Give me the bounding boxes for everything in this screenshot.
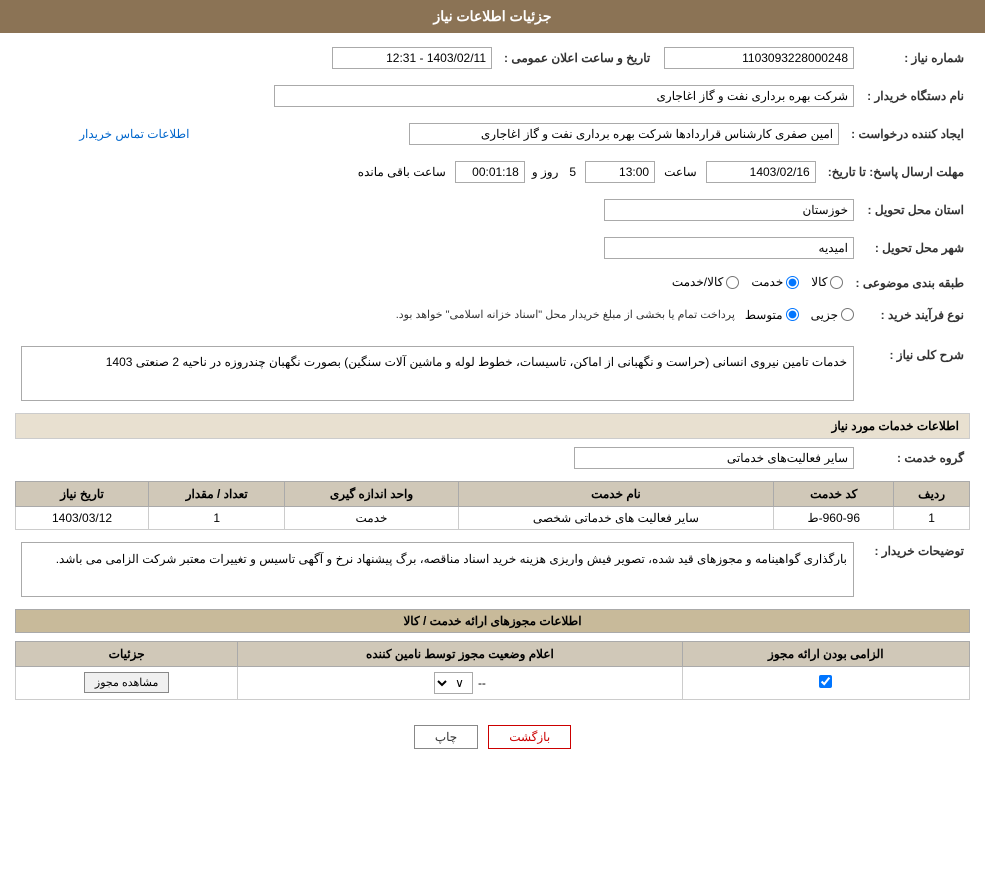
col-qty: تعداد / مقدار: [149, 481, 285, 506]
permit-row: -- ∨ مشاهده مجوز: [16, 666, 970, 699]
announce-label: تاریخ و ساعت اعلان عمومی :: [498, 43, 658, 73]
cell-unit: خدمت: [285, 506, 458, 529]
requester-label: ایجاد کننده درخواست :: [845, 119, 970, 149]
col-code: کد خدمت: [774, 481, 894, 506]
time-label: ساعت: [664, 165, 697, 179]
service-info-header: اطلاعات خدمات مورد نیاز: [15, 413, 970, 439]
process-note: پرداخت تمام یا بخشی از مبلغ خریدار محل "…: [396, 308, 735, 321]
buyer-desc-text: بارگذاری گواهینامه و مجوزهای قید شده، تص…: [56, 552, 847, 566]
print-button[interactable]: چاپ: [414, 725, 478, 749]
permit-required-cell: [682, 666, 969, 699]
response-deadline-label: مهلت ارسال پاسخ: تا تاریخ:: [822, 157, 970, 187]
city-input[interactable]: [604, 237, 854, 259]
requester-input[interactable]: [409, 123, 839, 145]
cell-date: 1403/03/12: [16, 506, 149, 529]
process-label: نوع فرآیند خرید :: [860, 304, 970, 326]
view-permit-button[interactable]: مشاهده مجوز: [84, 672, 169, 693]
process-radio-group: جزیی متوسط: [745, 308, 854, 322]
back-button[interactable]: بازگشت: [488, 725, 571, 749]
buyer-desc-label: توضیحات خریدار :: [860, 538, 970, 601]
permit-required-checkbox[interactable]: [819, 675, 832, 688]
page-header: جزئیات اطلاعات نیاز: [0, 0, 985, 33]
process-option-jozei[interactable]: جزیی: [811, 308, 854, 322]
need-number-input[interactable]: [664, 47, 854, 69]
process-option-motavaset[interactable]: متوسط: [745, 308, 799, 322]
city-label: شهر محل تحویل :: [860, 233, 970, 263]
col-date: تاریخ نیاز: [16, 481, 149, 506]
permit-status-cell: -- ∨: [238, 666, 682, 699]
buyer-org-input[interactable]: [274, 85, 854, 107]
permit-status-text: --: [478, 676, 486, 690]
days-value-display: 5: [569, 165, 576, 179]
permit-status-select[interactable]: ∨: [434, 672, 473, 694]
cell-row: 1: [894, 506, 970, 529]
permit-col-required: الزامی بودن ارائه مجوز: [682, 641, 969, 666]
cell-name: سایر فعالیت های خدماتی شخصی: [458, 506, 774, 529]
days-label: روز و: [532, 165, 559, 179]
need-desc-box: خدمات تامین نیروی انسانی (حراست و نگهبان…: [21, 346, 854, 401]
permit-col-status: اعلام وضعیت مجوز توسط نامین کننده: [238, 641, 682, 666]
buyer-org-label: نام دستگاه خریدار :: [860, 81, 970, 111]
buyer-desc-box: بارگذاری گواهینامه و مجوزهای قید شده، تص…: [21, 542, 854, 597]
announce-input[interactable]: [332, 47, 492, 69]
col-name: نام خدمت: [458, 481, 774, 506]
province-label: استان محل تحویل :: [860, 195, 970, 225]
cell-code: 960-96-ط: [774, 506, 894, 529]
permit-table: الزامی بودن ارائه مجوز اعلام وضعیت مجوز …: [15, 641, 970, 700]
table-row: 1 960-96-ط سایر فعالیت های خدماتی شخصی خ…: [16, 506, 970, 529]
need-desc-text: خدمات تامین نیروی انسانی (حراست و نگهبان…: [106, 355, 847, 369]
province-input[interactable]: [604, 199, 854, 221]
services-table: ردیف کد خدمت نام خدمت واحد اندازه گیری ت…: [15, 481, 970, 530]
need-desc-label: شرح کلی نیاز :: [860, 342, 970, 405]
permit-details-cell: مشاهده مجوز: [16, 666, 238, 699]
need-number-label: شماره نیاز :: [860, 43, 970, 73]
col-unit: واحد اندازه گیری: [285, 481, 458, 506]
category-radio-group: کالا خدمت کالا/خدمت: [672, 275, 844, 289]
category-label: طبقه بندی موضوعی :: [849, 271, 970, 296]
category-option-kala[interactable]: کالا: [811, 275, 843, 289]
category-option-khedmat[interactable]: خدمت: [751, 275, 799, 289]
bottom-buttons: بازگشت چاپ: [15, 710, 970, 764]
cell-qty: 1: [149, 506, 285, 529]
page-title: جزئیات اطلاعات نیاز: [433, 8, 551, 24]
remaining-time-input[interactable]: [455, 161, 525, 183]
col-row: ردیف: [894, 481, 970, 506]
permit-section-header: اطلاعات مجوزهای ارائه خدمت / کالا: [15, 609, 970, 633]
deadline-time-input[interactable]: [585, 161, 655, 183]
service-group-input[interactable]: [574, 447, 854, 469]
service-group-label: گروه خدمت :: [860, 443, 970, 473]
category-option-kala-khedmat[interactable]: کالا/خدمت: [672, 275, 739, 289]
contact-link[interactable]: اطلاعات تماس خریدار: [79, 127, 189, 141]
remaining-label: ساعت باقی مانده: [358, 165, 446, 179]
permit-col-details: جزئیات: [16, 641, 238, 666]
deadline-date-input[interactable]: [706, 161, 816, 183]
